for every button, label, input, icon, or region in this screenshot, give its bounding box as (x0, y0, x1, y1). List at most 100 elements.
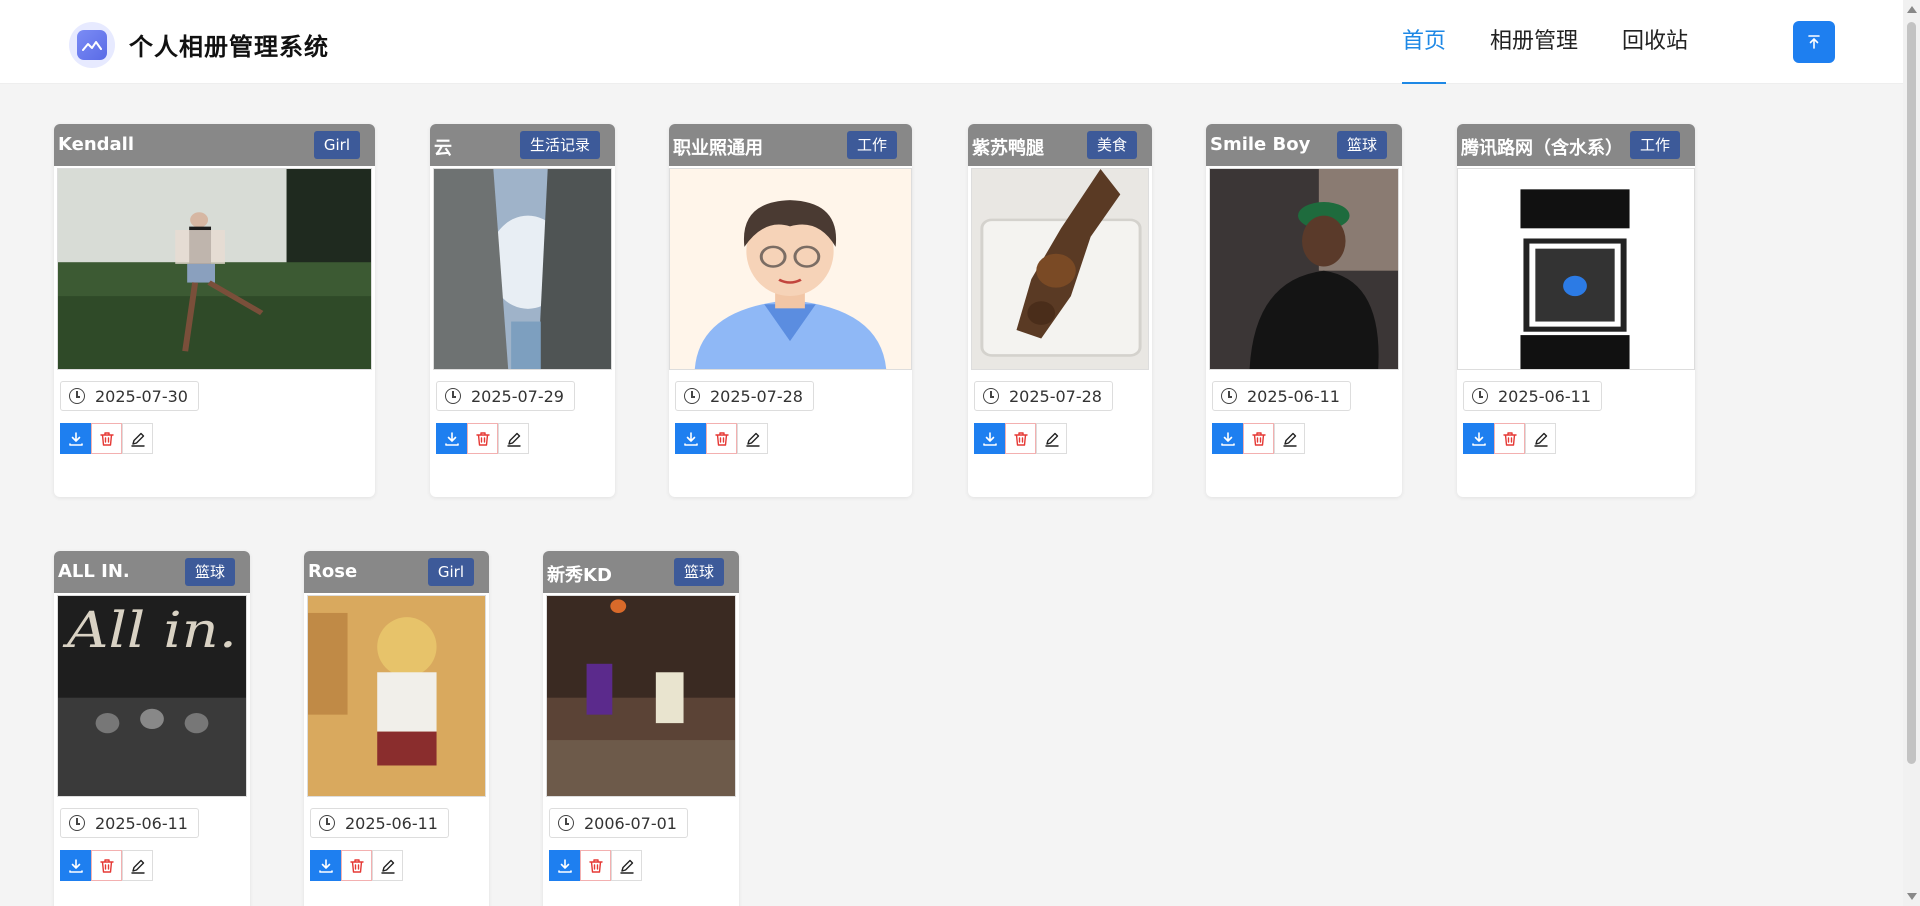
download-icon (982, 431, 997, 446)
delete-button[interactable] (580, 850, 611, 881)
back-to-top-button[interactable] (1793, 21, 1835, 63)
photo-card[interactable]: 紫苏鸭腿 美食 2025-07-28 (968, 124, 1152, 497)
page-scrollbar[interactable] (1903, 0, 1920, 906)
photo-card[interactable]: 腾讯路网（含水系） 工作 2025-06-11 (1457, 124, 1695, 497)
card-header: 云 生活记录 (430, 124, 615, 166)
card-header: Smile Boy 篮球 (1206, 124, 1402, 166)
delete-button[interactable] (706, 423, 737, 454)
pencil-icon (130, 859, 145, 874)
edit-button[interactable] (737, 423, 768, 454)
photo-date: 2025-07-28 (675, 381, 814, 411)
delete-button[interactable] (1494, 423, 1525, 454)
photo-card[interactable]: 新秀KD 篮球 2006-07-01 (543, 551, 739, 906)
nav-item-album-management[interactable]: 相册管理 (1468, 0, 1600, 84)
photo-date-text: 2025-07-29 (471, 386, 564, 406)
scroll-down-arrow[interactable] (1907, 893, 1917, 900)
photo-date-text: 2006-07-01 (584, 813, 677, 833)
photo-card[interactable]: ALL IN. 篮球 All in. 2025-06-11 (54, 551, 250, 906)
photo-card[interactable]: Kendall Girl 2025-07-30 (54, 124, 375, 497)
photo-thumbnail[interactable] (433, 168, 612, 370)
download-button[interactable] (1463, 423, 1494, 454)
photo-thumbnail[interactable]: All in. (57, 595, 247, 797)
download-button[interactable] (549, 850, 580, 881)
edit-button[interactable] (122, 850, 153, 881)
photo-tag: Girl (427, 558, 474, 586)
pencil-icon (130, 432, 145, 447)
edit-button[interactable] (1525, 423, 1556, 454)
svg-text:All in.: All in. (62, 601, 237, 659)
download-icon (1471, 431, 1486, 446)
photo-name: 紫苏鸭腿 (972, 138, 1044, 159)
edit-button[interactable] (611, 850, 642, 881)
photo-thumbnail[interactable] (57, 168, 372, 370)
clock-icon (69, 388, 85, 404)
delete-button[interactable] (91, 850, 122, 881)
photo-tag: 生活记录 (519, 131, 600, 159)
delete-button[interactable] (341, 850, 372, 881)
photo-date-text: 2025-06-11 (95, 813, 188, 833)
delete-button[interactable] (1243, 423, 1274, 454)
card-header: Kendall Girl (54, 124, 375, 166)
delete-button[interactable] (91, 423, 122, 454)
photo-card[interactable]: Smile Boy 篮球 2025-06-11 (1206, 124, 1402, 497)
download-button[interactable] (60, 850, 91, 881)
photo-thumbnail[interactable] (1457, 168, 1695, 370)
photo-date: 2025-06-11 (310, 808, 449, 838)
photo-date-text: 2025-07-28 (1009, 386, 1102, 406)
photo-date-text: 2025-06-11 (345, 813, 438, 833)
card-header: 新秀KD 篮球 (543, 551, 739, 593)
download-icon (318, 858, 333, 873)
pencil-icon (506, 432, 521, 447)
clock-icon (319, 815, 335, 831)
photo-thumbnail[interactable] (307, 595, 486, 797)
clock-icon (69, 815, 85, 831)
app-logo[interactable] (69, 22, 115, 68)
clock-icon (983, 388, 999, 404)
download-button[interactable] (310, 850, 341, 881)
download-button[interactable] (436, 423, 467, 454)
photo-card[interactable]: Rose Girl 2025-06-11 (304, 551, 489, 906)
photo-name: 职业照通用 (673, 138, 763, 159)
photo-date: 2006-07-01 (549, 808, 688, 838)
photo-card[interactable]: 云 生活记录 2025-07-29 (430, 124, 615, 497)
trash-icon (1502, 431, 1517, 446)
scrollbar-thumb[interactable] (1907, 22, 1916, 764)
edit-button[interactable] (1274, 423, 1305, 454)
photo-thumbnail[interactable] (971, 168, 1149, 370)
download-button[interactable] (974, 423, 1005, 454)
trash-icon (99, 431, 114, 446)
nav-item-recycle-bin[interactable]: 回收站 (1600, 0, 1710, 84)
pencil-icon (1044, 432, 1059, 447)
photo-tag: Girl (313, 131, 360, 159)
download-button[interactable] (1212, 423, 1243, 454)
trash-icon (475, 431, 490, 446)
photo-tag: 美食 (1086, 131, 1137, 159)
photo-actions (1463, 423, 1556, 454)
photo-thumbnail[interactable] (669, 168, 912, 370)
photo-actions (310, 850, 403, 881)
photo-date: 2025-06-11 (60, 808, 199, 838)
nav-item-home[interactable]: 首页 (1380, 0, 1468, 84)
download-button[interactable] (675, 423, 706, 454)
card-header: 紫苏鸭腿 美食 (968, 124, 1152, 166)
photo-name: ALL IN. (58, 561, 130, 582)
edit-button[interactable] (498, 423, 529, 454)
trash-icon (714, 431, 729, 446)
edit-button[interactable] (1036, 423, 1067, 454)
pencil-icon (619, 859, 634, 874)
download-icon (557, 858, 572, 873)
photo-thumbnail[interactable] (1209, 168, 1399, 370)
photo-date-text: 2025-07-30 (95, 386, 188, 406)
download-button[interactable] (60, 423, 91, 454)
photo-card[interactable]: 职业照通用 工作 2025-07-28 (669, 124, 912, 497)
photo-name: Kendall (58, 134, 135, 155)
edit-button[interactable] (372, 850, 403, 881)
clock-icon (445, 388, 461, 404)
clock-icon (558, 815, 574, 831)
scroll-up-arrow[interactable] (1907, 6, 1917, 13)
edit-button[interactable] (122, 423, 153, 454)
delete-button[interactable] (1005, 423, 1036, 454)
delete-button[interactable] (467, 423, 498, 454)
photo-thumbnail[interactable] (546, 595, 736, 797)
photo-album-icon (77, 30, 107, 60)
